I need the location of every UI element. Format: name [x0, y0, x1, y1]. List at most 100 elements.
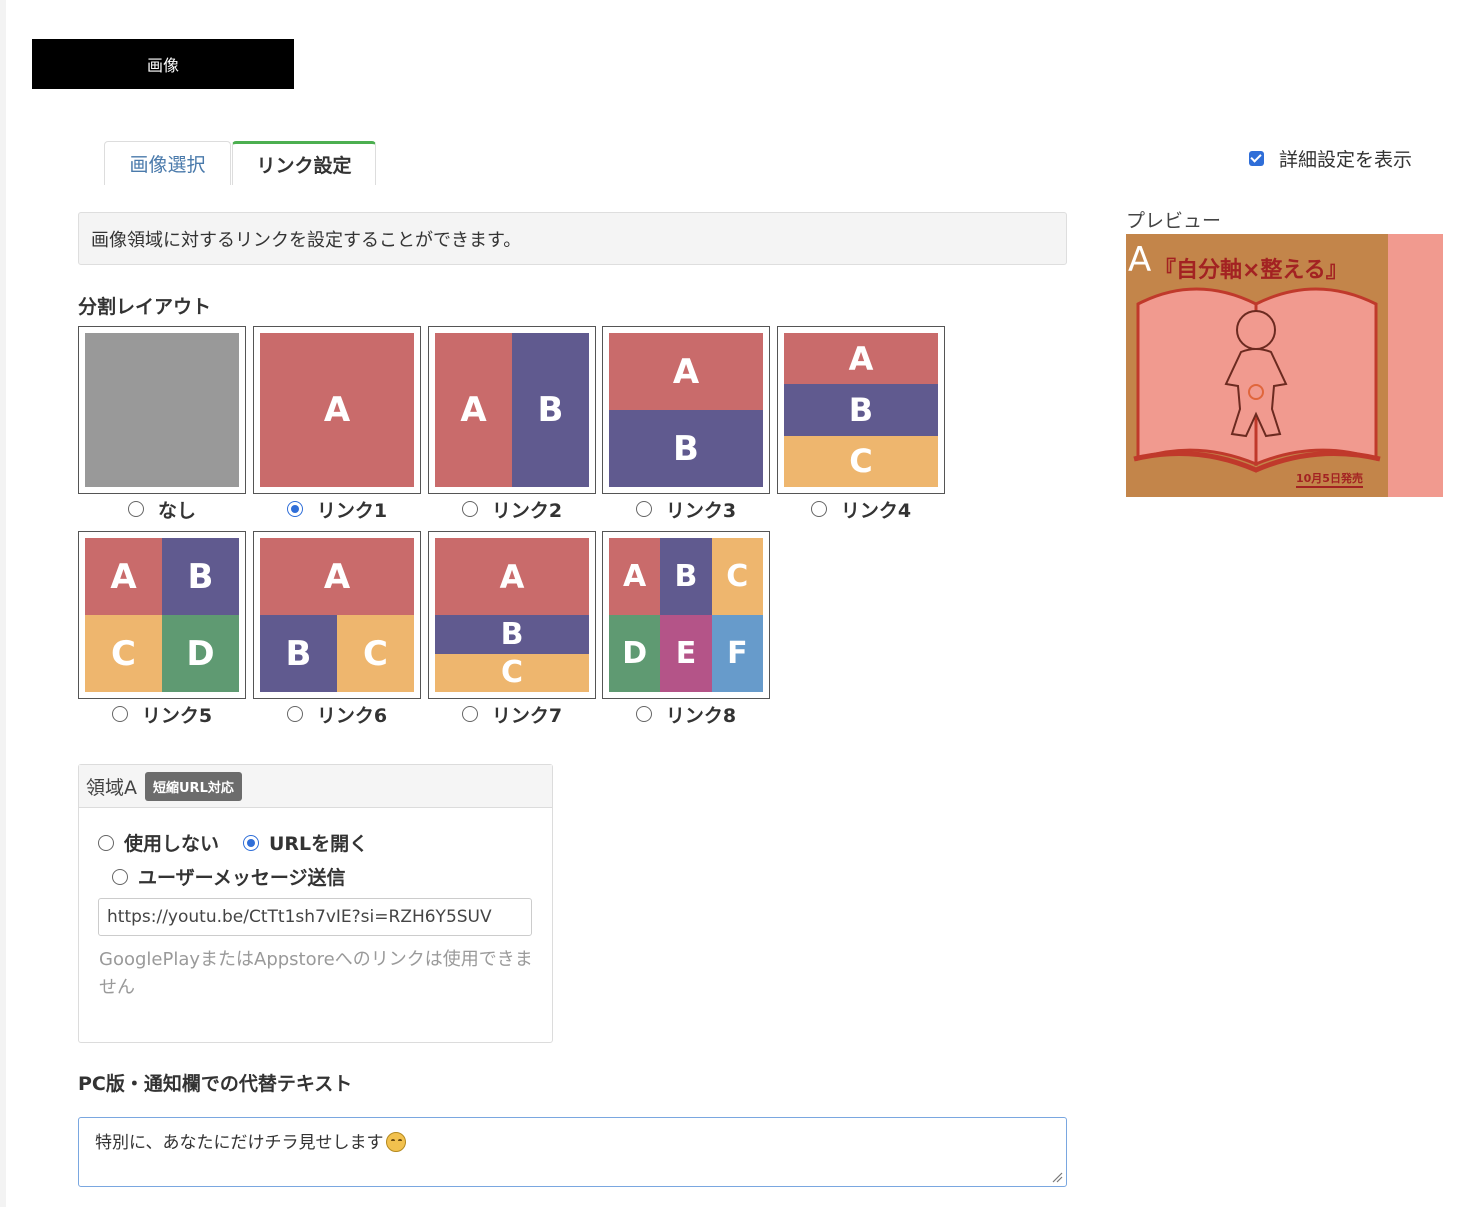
header-title-text: 画像: [146, 56, 179, 75]
layout-radio-label: リンク5: [141, 704, 213, 727]
layout-cell: A: [260, 538, 414, 615]
layout-cell: B: [784, 384, 938, 436]
detail-settings-checkbox[interactable]: [1249, 151, 1264, 166]
layout-thumbnail-inner: A: [260, 333, 414, 487]
option-open-url[interactable]: URLを開く: [243, 829, 368, 856]
tab-link-settings-label: リンク設定: [256, 155, 352, 177]
layout-cell: A: [260, 333, 414, 487]
user-message-radio[interactable]: [112, 868, 128, 885]
layout-cell: C: [435, 653, 589, 692]
tab-image-select-label: 画像選択: [129, 154, 206, 176]
layout-radio-row[interactable]: リンク2: [428, 494, 596, 524]
info-box: 画像領域に対するリンクを設定することができます。: [78, 212, 1067, 265]
short-url-badge: 短縮URL対応: [145, 771, 242, 801]
layout-radio[interactable]: [810, 501, 827, 517]
layout-thumbnail-inner: ABCD: [85, 538, 239, 692]
no-use-label: 使用しない: [124, 833, 220, 855]
smiling-face-emoji-icon: [385, 1132, 406, 1152]
layout-cell: C: [85, 615, 162, 692]
layout-thumbnail[interactable]: ABC: [253, 531, 421, 699]
url-input[interactable]: https://youtu.be/CtTt1sh7vIE?si=RZH6Y5SU…: [98, 898, 532, 936]
preview-label: プレビュー: [1126, 210, 1222, 232]
layout-thumbnail-inner: ABC: [260, 538, 414, 692]
layout-thumbnail[interactable]: ABC: [428, 531, 596, 699]
layout-thumbnail[interactable]: ABC: [777, 326, 945, 494]
resize-handle-icon[interactable]: [1051, 1171, 1063, 1183]
layout-radio-label: リンク6: [316, 704, 388, 727]
layout-radio-label: リンク1: [316, 499, 388, 522]
layout-cell: B: [609, 410, 763, 487]
layout-option-8: A B C D E F リンク8: [602, 531, 770, 729]
layout-cell: B: [660, 538, 712, 615]
layout-radio-row[interactable]: リンク8: [602, 699, 770, 729]
layout-radio-row[interactable]: リンク5: [78, 699, 246, 729]
layout-cell: B: [435, 615, 589, 654]
layout-thumbnail[interactable]: [78, 326, 246, 494]
layout-cell: E: [660, 615, 712, 692]
layout-thumbnail-inner: AB: [435, 333, 589, 487]
tab-bar: 画像選択 リンク設定: [104, 141, 376, 185]
layout-thumbnail[interactable]: AB: [428, 326, 596, 494]
layout-cell: F: [711, 615, 763, 692]
tab-image-select[interactable]: 画像選択: [104, 141, 231, 185]
alt-text-textarea[interactable]: 特別に、あなたにだけチラ見せします: [78, 1117, 1067, 1187]
layout-thumbnail[interactable]: AB: [602, 326, 770, 494]
layout-option-1: A リンク1: [253, 326, 421, 524]
layout-radio-row[interactable]: リンク3: [602, 494, 770, 524]
option-no-use[interactable]: 使用しない: [98, 829, 219, 856]
preview-area-letter: A: [1128, 240, 1152, 280]
layout-radio-row[interactable]: リンク6: [253, 699, 421, 729]
layout-cell: C: [337, 615, 414, 692]
left-border: [0, 0, 6, 1207]
layout-thumbnail[interactable]: ABCD: [78, 531, 246, 699]
layout-cell: C: [711, 538, 763, 615]
area-a-panel: 領域A 短縮URL対応 使用しない URLを開く ユーザーメッセージ送信 htt…: [78, 764, 553, 1043]
layout-radio[interactable]: [635, 706, 652, 722]
layout-cell: A: [85, 538, 162, 615]
layout-radio[interactable]: [127, 501, 144, 517]
area-a-title: 領域A: [86, 776, 137, 799]
layout-radio[interactable]: [461, 501, 478, 517]
layout-option-2: A B リンク2: [428, 326, 596, 524]
layout-radio-label: リンク4: [840, 499, 912, 522]
layout-radio[interactable]: [286, 501, 303, 517]
detail-settings-toggle[interactable]: 詳細設定を表示: [1249, 145, 1412, 172]
layout-radio-row[interactable]: リンク4: [777, 494, 945, 524]
layout-section-title: 分割レイアウト: [78, 296, 212, 318]
layout-thumbnail-inner: [85, 333, 239, 487]
open-url-radio[interactable]: [243, 834, 259, 851]
tab-link-settings[interactable]: リンク設定: [232, 141, 376, 185]
layout-radio-row[interactable]: リンク7: [428, 699, 596, 729]
layout-radio-label: リンク7: [491, 704, 563, 727]
layout-thumbnail-inner: ABCDEF: [609, 538, 763, 692]
layout-option-7: A B C リンク7: [428, 531, 596, 729]
layout-thumbnail-inner: ABC: [435, 538, 589, 692]
layout-cell: A: [609, 333, 763, 410]
layout-radio-label: なし: [157, 499, 196, 522]
layout-cell: B: [162, 538, 239, 615]
layout-radio-row[interactable]: リンク1: [253, 494, 421, 524]
layout-radio[interactable]: [461, 706, 478, 722]
layout-radio-label: リンク3: [665, 499, 737, 522]
layout-radio[interactable]: [635, 501, 652, 517]
layout-cell: A: [784, 333, 938, 385]
layout-cell: D: [162, 615, 239, 692]
area-a-header: 領域A 短縮URL対応: [79, 765, 552, 808]
info-text: 画像領域に対するリンクを設定することができます。: [91, 229, 522, 251]
detail-settings-label: 詳細設定を表示: [1279, 149, 1413, 171]
layout-thumbnail-inner: AB: [609, 333, 763, 487]
layout-radio[interactable]: [286, 706, 303, 722]
no-use-radio[interactable]: [98, 834, 114, 851]
layout-cell: D: [609, 615, 661, 692]
alt-text-title: PC版・通知欄での代替テキスト: [78, 1073, 353, 1095]
layout-thumbnail[interactable]: A: [253, 326, 421, 494]
option-user-message[interactable]: ユーザーメッセージ送信: [112, 863, 345, 890]
layout-radio[interactable]: [111, 706, 128, 722]
layout-thumbnail[interactable]: ABCDEF: [602, 531, 770, 699]
layout-cell: [85, 333, 239, 487]
layout-cell: A: [609, 538, 661, 615]
preview-book-title: 『自分軸×整える』: [1154, 258, 1348, 283]
preview-release-date: 10月5日発売: [1296, 470, 1363, 488]
layout-radio-row[interactable]: なし: [78, 494, 246, 524]
layout-cell: A: [435, 333, 512, 487]
